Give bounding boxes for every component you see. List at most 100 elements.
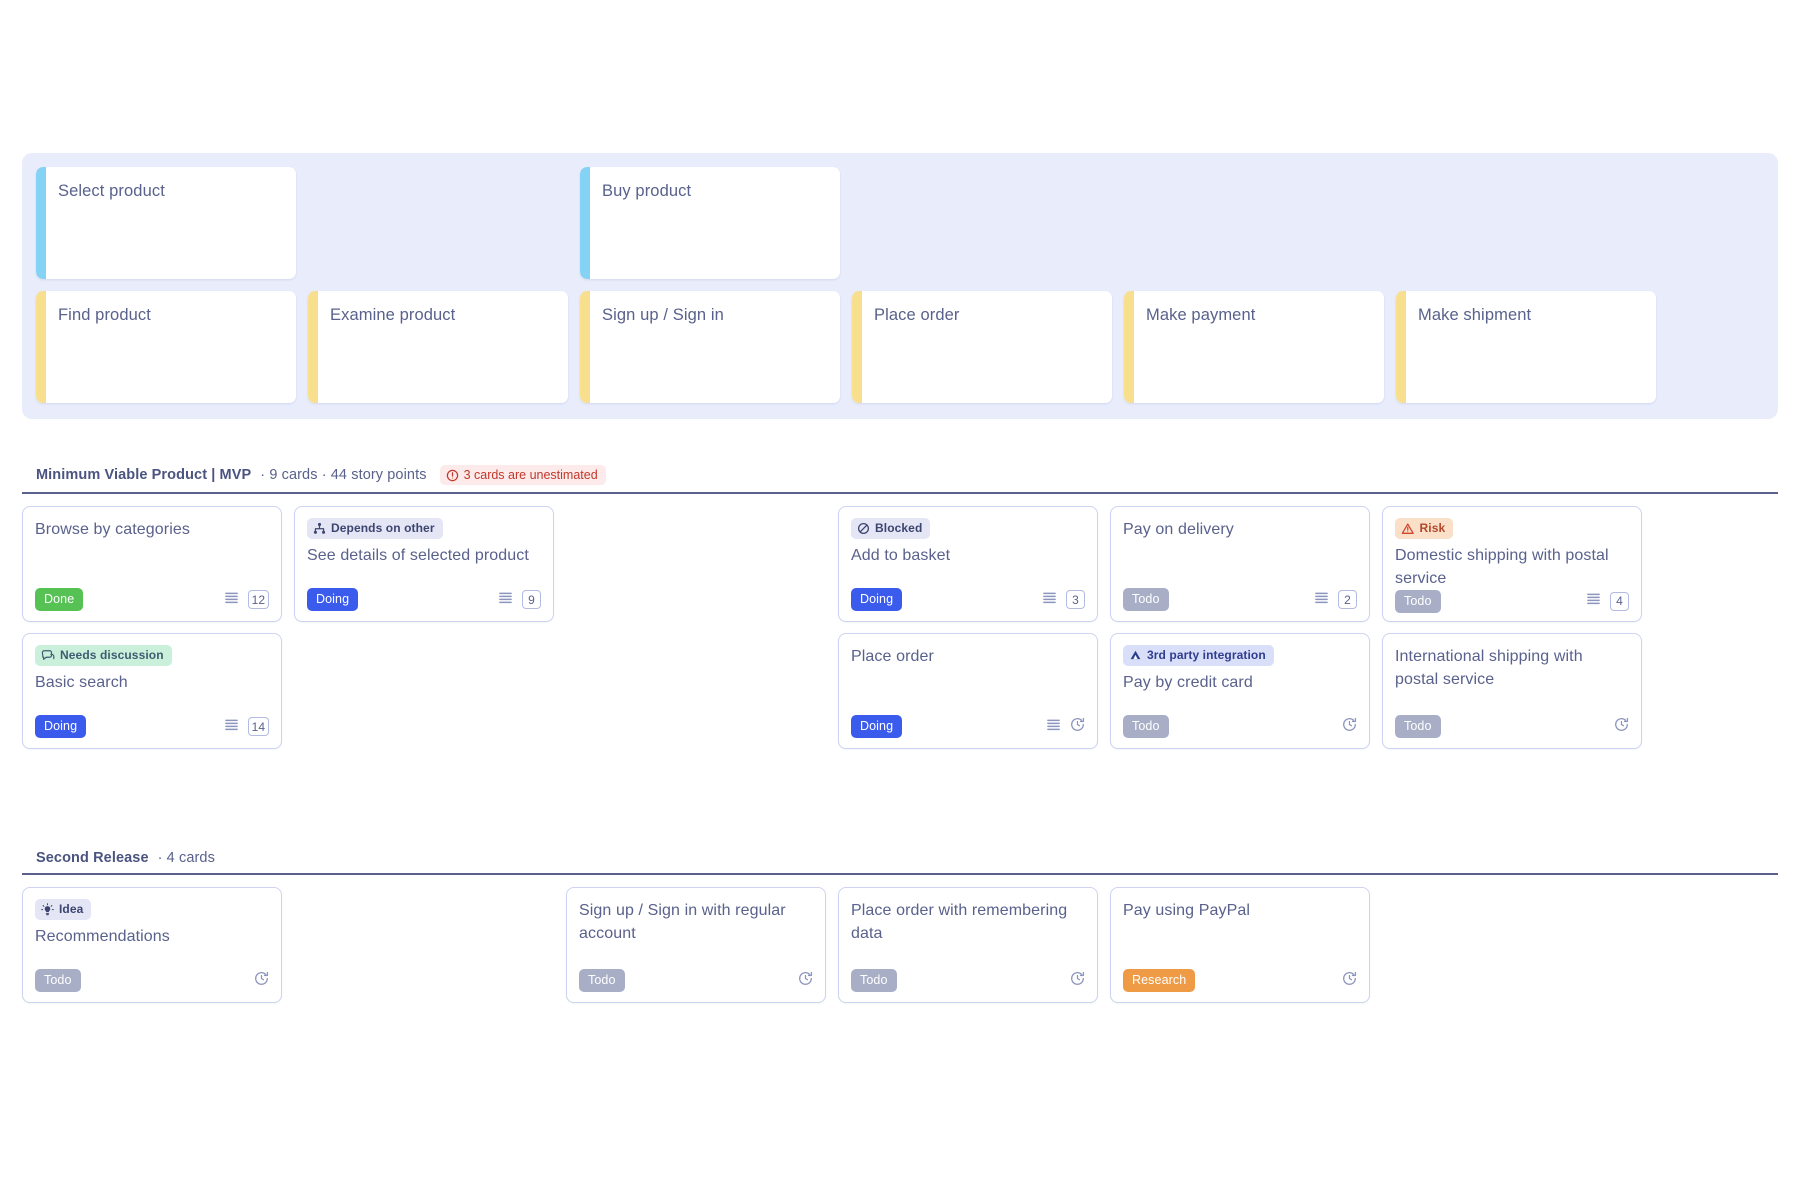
story-points-badge[interactable]: 9 bbox=[522, 590, 541, 609]
card-title: Pay using PayPal bbox=[1123, 902, 1251, 919]
card-footer: Doing 3 bbox=[851, 588, 1085, 611]
card-title: International shipping with postal servi… bbox=[1395, 648, 1583, 689]
description-icon bbox=[224, 592, 238, 603]
step-accent-bar bbox=[580, 291, 590, 403]
card-meta bbox=[1342, 717, 1357, 737]
card-meta bbox=[798, 971, 813, 991]
step-accent-bar bbox=[308, 291, 318, 403]
card-tag[interactable]: Blocked bbox=[851, 518, 931, 539]
clock-icon-wrap[interactable] bbox=[254, 971, 269, 991]
story-points-badge[interactable]: 14 bbox=[247, 717, 269, 736]
card-title: Pay by credit card bbox=[1123, 674, 1253, 691]
story-card[interactable]: Place order with remembering data Todo bbox=[838, 887, 1098, 1003]
card-tag-label: Needs discussion bbox=[60, 648, 164, 662]
story-card[interactable]: Blocked Add to basket Doing 3 bbox=[838, 506, 1098, 622]
story-points-badge[interactable]: 4 bbox=[1610, 591, 1629, 611]
release-column bbox=[1382, 887, 1642, 1003]
step-card[interactable]: Make payment bbox=[1124, 291, 1384, 403]
card-status-pill[interactable]: Research bbox=[1123, 969, 1196, 992]
clock-icon-wrap[interactable] bbox=[1342, 717, 1357, 737]
clock-icon-wrap[interactable] bbox=[1070, 971, 1085, 991]
release-title: Minimum Viable Product | MVP bbox=[36, 467, 252, 483]
card-footer: Doing 9 bbox=[307, 588, 541, 611]
activity-card[interactable]: Select product bbox=[36, 167, 296, 279]
step-accent-bar bbox=[852, 291, 862, 403]
story-card[interactable]: Place order Doing bbox=[838, 633, 1098, 749]
card-footer: Todo 4 bbox=[1395, 589, 1629, 613]
description-icon-wrap[interactable] bbox=[1586, 591, 1601, 611]
activity-accent-bar bbox=[580, 167, 590, 279]
release-column: Depends on other See details of selected … bbox=[294, 506, 554, 749]
card-footer: Research bbox=[1123, 969, 1357, 992]
clock-icon-wrap[interactable] bbox=[798, 971, 813, 991]
description-icon bbox=[1315, 592, 1328, 603]
card-tag[interactable]: Depends on other bbox=[307, 518, 443, 539]
release-section-mvp: Minimum Viable Product | MVP · 9 cards · … bbox=[22, 465, 1778, 749]
story-card[interactable]: Pay on delivery Todo 2 bbox=[1110, 506, 1370, 622]
story-card[interactable]: Pay using PayPal Research bbox=[1110, 887, 1370, 1003]
card-status-pill[interactable]: Doing bbox=[851, 715, 903, 738]
step-card[interactable]: Make shipment bbox=[1396, 291, 1656, 403]
story-points-badge[interactable]: 2 bbox=[1338, 590, 1357, 609]
story-card[interactable]: 3rd party integration Pay by credit card T… bbox=[1110, 633, 1370, 749]
card-title: Sign up / Sign in with regular account bbox=[579, 902, 786, 943]
description-icon-wrap[interactable] bbox=[224, 590, 239, 610]
card-tag[interactable]: Idea bbox=[35, 899, 92, 920]
story-card[interactable]: Sign up / Sign in with regular account To… bbox=[566, 887, 826, 1003]
story-points-badge[interactable]: 3 bbox=[1066, 590, 1085, 609]
card-status-pill[interactable]: Done bbox=[35, 588, 84, 611]
story-card[interactable]: International shipping with postal servi… bbox=[1382, 633, 1642, 749]
step-card[interactable]: Find product bbox=[36, 291, 296, 403]
release-header[interactable]: Minimum Viable Product | MVP · 9 cards · … bbox=[22, 465, 1778, 494]
description-icon-wrap[interactable] bbox=[1042, 590, 1057, 610]
story-card[interactable]: Idea Recommendations Todo bbox=[22, 887, 282, 1003]
description-icon-wrap[interactable] bbox=[224, 717, 239, 737]
activity-title: Buy product bbox=[602, 182, 692, 200]
story-card[interactable]: Risk Domestic shipping with postal servic… bbox=[1382, 506, 1642, 622]
description-icon-wrap[interactable] bbox=[1314, 590, 1329, 610]
clock-icon bbox=[1343, 971, 1357, 985]
card-status-pill[interactable]: Todo bbox=[1395, 715, 1441, 738]
step-card[interactable]: Sign up / Sign in bbox=[580, 291, 840, 403]
card-tag[interactable]: Risk bbox=[1395, 518, 1454, 539]
card-status-pill[interactable]: Todo bbox=[579, 969, 625, 992]
story-card[interactable]: Depends on other See details of selected … bbox=[294, 506, 554, 622]
card-status-pill[interactable]: Todo bbox=[851, 969, 897, 992]
discussion-icon bbox=[41, 649, 55, 660]
card-status-pill[interactable]: Doing bbox=[307, 588, 359, 611]
alert-circle-icon bbox=[446, 469, 458, 481]
card-status-pill[interactable]: Todo bbox=[1123, 715, 1169, 738]
card-tag-label: Blocked bbox=[875, 521, 923, 535]
clock-icon-wrap[interactable] bbox=[1070, 717, 1085, 737]
step-title: Place order bbox=[874, 306, 960, 324]
clock-icon-wrap[interactable] bbox=[1614, 717, 1629, 737]
story-points-badge[interactable]: 12 bbox=[247, 590, 269, 609]
card-meta bbox=[1046, 717, 1085, 737]
description-icon bbox=[1043, 592, 1056, 603]
card-status-pill[interactable]: Doing bbox=[35, 715, 87, 738]
step-card[interactable]: Examine product bbox=[308, 291, 568, 403]
description-icon-wrap[interactable] bbox=[1046, 717, 1061, 737]
card-tag[interactable]: 3rd party integration bbox=[1123, 645, 1274, 666]
card-status-pill[interactable]: Todo bbox=[1395, 589, 1441, 613]
clock-icon-wrap[interactable] bbox=[1342, 971, 1357, 991]
card-meta bbox=[1342, 971, 1357, 991]
description-icon bbox=[499, 592, 512, 603]
step-card[interactable]: Place order bbox=[852, 291, 1112, 403]
description-icon-wrap[interactable] bbox=[498, 590, 513, 610]
card-tag[interactable]: Needs discussion bbox=[35, 645, 172, 666]
release-header[interactable]: Second Release · 4 cards bbox=[22, 850, 1778, 875]
activity-slot-empty bbox=[852, 167, 1112, 279]
card-status-pill[interactable]: Doing bbox=[851, 588, 903, 611]
release-column: Place order with remembering data Todo bbox=[838, 887, 1098, 1003]
release-cards-lane: Idea Recommendations Todo Sign up / Sign in… bbox=[22, 875, 1778, 1003]
card-status-pill[interactable]: Todo bbox=[35, 969, 81, 992]
release-warning-badge[interactable]: 3 cards are unestimated bbox=[439, 465, 606, 485]
story-card[interactable]: Needs discussion Basic search Doing 14 bbox=[22, 633, 282, 749]
card-status-pill[interactable]: Todo bbox=[1123, 588, 1169, 611]
activity-card[interactable]: Buy product bbox=[580, 167, 840, 279]
story-card[interactable]: Browse by categories Done 12 bbox=[22, 506, 282, 622]
card-footer: Doing bbox=[851, 715, 1085, 738]
clock-icon bbox=[1071, 971, 1085, 985]
card-title: Place order bbox=[851, 648, 934, 665]
